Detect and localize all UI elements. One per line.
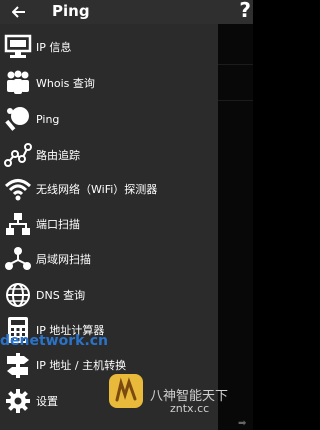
- menu-item-label: 设置: [36, 395, 58, 408]
- watermark-site: denetwork.cn: [0, 333, 109, 349]
- signpost-icon: [3, 350, 33, 380]
- menu-item-label: Whois 查询: [36, 77, 95, 90]
- menu-item-label: 局域网扫描: [36, 253, 91, 266]
- watermark-url: zntx.cc: [170, 402, 210, 415]
- page-title: Ping: [52, 2, 90, 20]
- menu-item-label: 路由追踪: [36, 149, 80, 162]
- globe-icon: [3, 280, 33, 310]
- route-icon: [3, 140, 33, 170]
- monitor-icon: [3, 32, 33, 62]
- menu-item-ping[interactable]: Ping: [0, 101, 218, 137]
- lan-icon: [3, 244, 33, 274]
- menu-item-label: DNS 查询: [36, 289, 86, 302]
- content-area: [218, 24, 253, 430]
- menu-item-traceroute[interactable]: 路由追踪: [0, 137, 218, 173]
- network-tree-icon: [3, 209, 33, 239]
- back-arrow-icon[interactable]: [8, 0, 30, 24]
- menu-item-ip-info[interactable]: IP 信息: [0, 29, 218, 65]
- people-icon: [3, 68, 33, 98]
- menu-item-wifi-detector[interactable]: 无线网络（WiFi）探测器: [0, 171, 218, 207]
- menu-item-dns-lookup[interactable]: DNS 查询: [0, 277, 218, 313]
- watermark-logo: [108, 373, 144, 409]
- menu-item-label: Ping: [36, 112, 60, 126]
- help-button[interactable]: ?: [239, 0, 251, 22]
- menu-item-whois[interactable]: Whois 查询: [0, 65, 218, 101]
- ping-pong-icon: [3, 104, 33, 134]
- menu-item-lan-scan[interactable]: 局域网扫描: [0, 241, 218, 277]
- menu-item-label: IP 信息: [36, 41, 72, 54]
- menu-item-label: IP 地址 / 主机转换: [36, 359, 127, 372]
- toolbar: Ping ?: [0, 0, 253, 24]
- arrow-right-icon: ➡: [238, 418, 247, 429]
- menu-item-port-scan[interactable]: 端口扫描: [0, 206, 218, 242]
- menu-item-label: 端口扫描: [36, 218, 80, 231]
- wifi-icon: [3, 174, 33, 204]
- gear-icon: [3, 386, 33, 416]
- menu-item-label: 无线网络（WiFi）探测器: [36, 183, 158, 196]
